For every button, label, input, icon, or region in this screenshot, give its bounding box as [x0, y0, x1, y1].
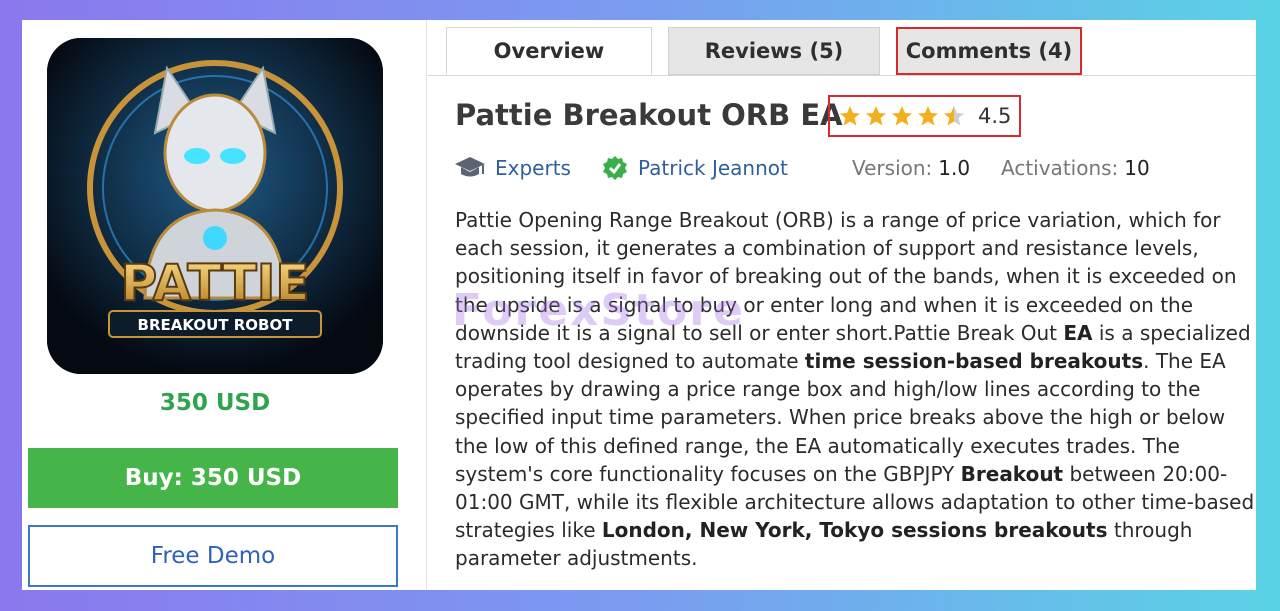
version-value: 1.0	[938, 156, 971, 180]
rating-stars	[838, 104, 966, 128]
category-link[interactable]: Experts	[454, 153, 571, 183]
rating-box: 4.5	[828, 95, 1021, 137]
activations-key: Activations:	[1001, 156, 1119, 180]
star-icon	[840, 106, 860, 126]
version-info: Version: 1.0	[852, 153, 970, 183]
product-title: Pattie Breakout ORB EA	[455, 98, 843, 132]
meta-row: Experts Patrick Jeannot Version: 1.0 Act…	[454, 153, 1254, 183]
author-name: Patrick Jeannot	[638, 156, 788, 180]
star-icon	[866, 106, 886, 126]
product-image: PATTIE BREAKOUT ROBOT	[47, 38, 383, 374]
activations-info: Activations: 10	[1001, 153, 1150, 183]
half-star-icon	[944, 106, 964, 126]
price-label: 350 USD	[159, 390, 271, 416]
robot-illustration: PATTIE BREAKOUT ROBOT	[47, 38, 383, 374]
version-key: Version:	[852, 156, 933, 180]
tab-comments[interactable]: Comments (4)	[896, 27, 1082, 75]
desc-bold: Breakout	[960, 461, 1064, 486]
free-demo-button[interactable]: Free Demo	[28, 525, 398, 587]
desc-bold: time session-based breakouts	[804, 349, 1144, 374]
star-icon	[892, 106, 912, 126]
product-details: Overview Reviews (5) Comments (4) Pattie…	[428, 20, 1256, 590]
buy-button[interactable]: Buy: 350 USD	[28, 448, 398, 508]
desc-bold: EA	[1063, 320, 1093, 345]
activations-value: 10	[1124, 156, 1150, 180]
tab-overview[interactable]: Overview	[446, 27, 652, 75]
image-title: PATTIE	[121, 254, 310, 312]
tab-bar: Overview Reviews (5) Comments (4)	[428, 20, 1256, 76]
product-sidebar: PATTIE BREAKOUT ROBOT 350 USD Buy: 350 U…	[22, 20, 427, 590]
desc-bold: London, New York, Tokyo sessions breakou…	[601, 518, 1108, 543]
product-page: PATTIE BREAKOUT ROBOT 350 USD Buy: 350 U…	[22, 20, 1256, 590]
graduation-cap-icon	[455, 157, 485, 177]
author-link[interactable]: Patrick Jeannot	[602, 153, 788, 183]
tab-reviews[interactable]: Reviews (5)	[668, 27, 880, 75]
image-subtitle: BREAKOUT ROBOT	[138, 316, 294, 334]
product-description: Pattie Opening Range Breakout (ORB) is a…	[455, 206, 1255, 573]
star-icon	[918, 106, 938, 126]
rating-value: 4.5	[978, 104, 1012, 128]
category-label: Experts	[495, 156, 571, 180]
verified-shield-icon	[603, 156, 627, 180]
